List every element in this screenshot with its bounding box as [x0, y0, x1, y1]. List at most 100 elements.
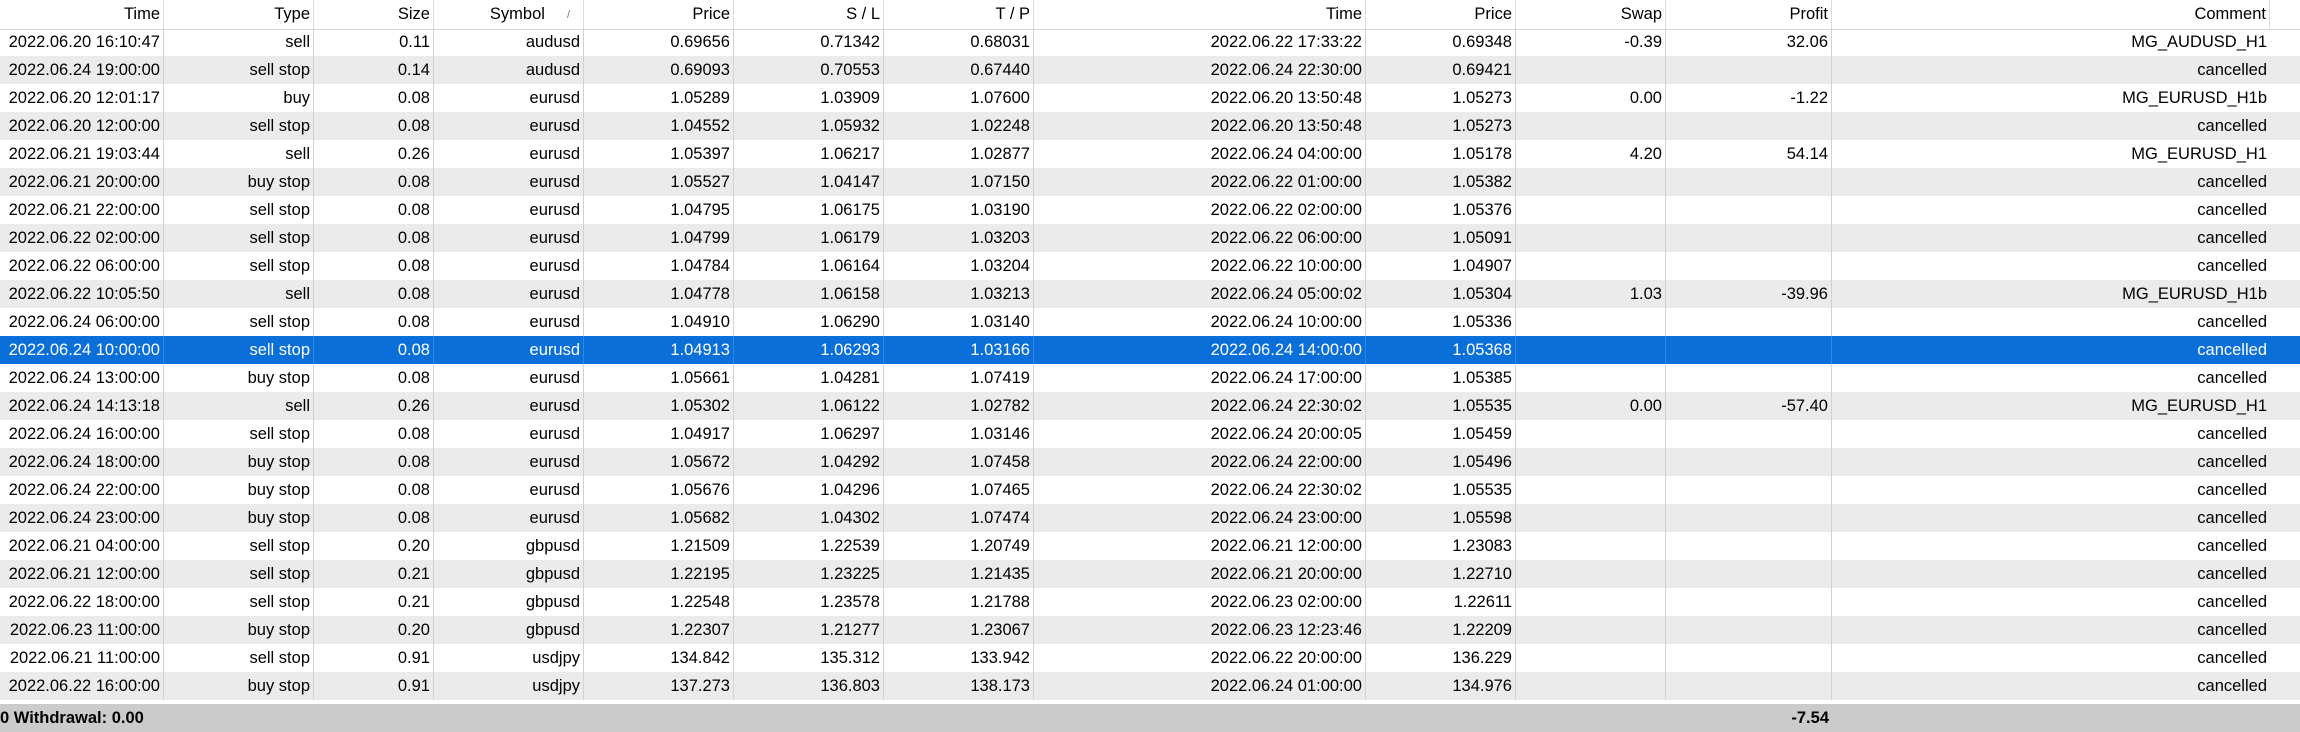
- column-header-close-price[interactable]: Price: [1366, 0, 1516, 29]
- cell-take-profit: 1.07458: [884, 448, 1034, 476]
- cell-size: 0.08: [314, 448, 434, 476]
- cell-stop-loss: 135.312: [734, 644, 884, 672]
- column-header-size[interactable]: Size: [314, 0, 434, 29]
- cell-take-profit: 1.03140: [884, 308, 1034, 336]
- column-header-stop-loss[interactable]: S / L: [734, 0, 884, 29]
- column-header-comment[interactable]: Comment: [1832, 0, 2270, 29]
- column-header-swap[interactable]: Swap: [1516, 0, 1666, 29]
- cell-comment: MG_AUDUSD_H1: [2131, 32, 2267, 51]
- cell-size: 0.08: [314, 420, 434, 448]
- column-header-take-profit[interactable]: T / P: [884, 0, 1034, 29]
- cell-close-time: 2022.06.24 22:30:02: [1034, 392, 1366, 420]
- withdrawal-summary: 0 Withdrawal: 0.00: [0, 708, 144, 727]
- cell-profit: [1666, 504, 1832, 532]
- cell-swap: [1516, 336, 1666, 364]
- cell-profit: [1666, 532, 1832, 560]
- table-row[interactable]: 2022.06.24 13:00:00 buy stop 0.08 eurusd 1.0…: [0, 364, 2300, 392]
- table-row[interactable]: 2022.06.20 16:10:47 sell 0.11 audusd 0.69656…: [0, 28, 2300, 56]
- cell-profit: [1666, 476, 1832, 504]
- cell-swap: 4.20: [1516, 140, 1666, 168]
- cell-symbol: eurusd: [434, 224, 584, 252]
- cell-open-time: 2022.06.21 04:00:00: [0, 532, 164, 560]
- column-header-symbol[interactable]: Symbol /: [434, 0, 584, 29]
- cell-take-profit: 138.173: [884, 672, 1034, 700]
- cell-comment: cancelled: [2197, 424, 2267, 443]
- cell-close-time: 2022.06.22 17:33:22: [1034, 28, 1366, 56]
- cell-comment: cancelled: [2197, 452, 2267, 471]
- table-row[interactable]: 2022.06.24 23:00:00 buy stop 0.08 eurusd 1.0…: [0, 504, 2300, 532]
- cell-open-time: 2022.06.22 18:00:00: [0, 588, 164, 616]
- table-row[interactable]: 2022.06.21 11:00:00 sell stop 0.91 usdjpy 13…: [0, 644, 2300, 672]
- cell-symbol: eurusd: [434, 84, 584, 112]
- cell-close-price: 1.05382: [1366, 168, 1516, 196]
- cell-type: sell: [164, 392, 314, 420]
- column-header-open-price[interactable]: Price: [584, 0, 734, 29]
- table-row[interactable]: 2022.06.21 04:00:00 sell stop 0.20 gbpusd 1.…: [0, 532, 2300, 560]
- cell-stop-loss: 136.803: [734, 672, 884, 700]
- table-row[interactable]: 2022.06.20 12:01:17 buy 0.08 eurusd 1.05289 1…: [0, 84, 2300, 112]
- cell-open-time: 2022.06.22 10:05:50: [0, 280, 164, 308]
- table-row[interactable]: 2022.06.22 16:00:00 buy stop 0.91 usdjpy 137…: [0, 672, 2300, 700]
- cell-take-profit: 1.21435: [884, 560, 1034, 588]
- cell-type: buy stop: [164, 364, 314, 392]
- cell-close-price: 1.04907: [1366, 252, 1516, 280]
- cell-swap: -0.39: [1516, 28, 1666, 56]
- cell-size: 0.26: [314, 140, 434, 168]
- cell-close-time: 2022.06.22 01:00:00: [1034, 168, 1366, 196]
- cell-type: buy stop: [164, 476, 314, 504]
- cell-stop-loss: 1.06122: [734, 392, 884, 420]
- cell-symbol: eurusd: [434, 336, 584, 364]
- cell-comment: MG_EURUSD_H1: [2131, 396, 2267, 415]
- cell-symbol: gbpusd: [434, 616, 584, 644]
- table-row[interactable]: 2022.06.23 11:00:00 buy stop 0.20 gbpusd 1.2…: [0, 616, 2300, 644]
- table-row[interactable]: 2022.06.24 18:00:00 buy stop 0.08 eurusd 1.0…: [0, 448, 2300, 476]
- cell-size: 0.08: [314, 504, 434, 532]
- table-row-selected[interactable]: 2022.06.24 10:00:00 sell stop 0.08 eurusd 1.…: [0, 336, 2300, 364]
- table-row[interactable]: 2022.06.22 06:00:00 sell stop 0.08 eurusd 1.…: [0, 252, 2300, 280]
- cell-size: 0.91: [314, 644, 434, 672]
- cell-swap: [1516, 308, 1666, 336]
- cell-swap: [1516, 504, 1666, 532]
- cell-close-time: 2022.06.24 05:00:02: [1034, 280, 1366, 308]
- cell-symbol: eurusd: [434, 420, 584, 448]
- cell-profit: -39.96: [1666, 280, 1832, 308]
- cell-stop-loss: 1.06217: [734, 140, 884, 168]
- table-row[interactable]: 2022.06.24 14:13:18 sell 0.26 eurusd 1.05302…: [0, 392, 2300, 420]
- cell-profit: [1666, 616, 1832, 644]
- column-header-open-time[interactable]: Time: [0, 0, 164, 29]
- column-header-type[interactable]: Type: [164, 0, 314, 29]
- cell-stop-loss: 0.71342: [734, 28, 884, 56]
- cell-size: 0.08: [314, 252, 434, 280]
- table-row[interactable]: 2022.06.21 19:03:44 sell 0.26 eurusd 1.05397…: [0, 140, 2300, 168]
- table-row[interactable]: 2022.06.21 20:00:00 buy stop 0.08 eurusd 1.0…: [0, 168, 2300, 196]
- cell-type: sell: [164, 140, 314, 168]
- cell-close-time: 2022.06.20 13:50:48: [1034, 112, 1366, 140]
- cell-swap: [1516, 364, 1666, 392]
- table-row[interactable]: 2022.06.22 02:00:00 sell stop 0.08 eurusd 1.…: [0, 224, 2300, 252]
- table-row[interactable]: 2022.06.24 06:00:00 sell stop 0.08 eurusd 1.…: [0, 308, 2300, 336]
- table-row[interactable]: 2022.06.20 12:00:00 sell stop 0.08 eurusd 1.…: [0, 112, 2300, 140]
- cell-close-time: 2022.06.24 22:30:02: [1034, 476, 1366, 504]
- cell-close-price: 1.05273: [1366, 84, 1516, 112]
- cell-type: sell: [164, 28, 314, 56]
- cell-open-price: 1.05676: [584, 476, 734, 504]
- cell-take-profit: 1.02877: [884, 140, 1034, 168]
- table-row[interactable]: 2022.06.21 12:00:00 sell stop 0.21 gbpusd 1.…: [0, 560, 2300, 588]
- cell-open-time: 2022.06.21 11:00:00: [0, 644, 164, 672]
- cell-size: 0.11: [314, 28, 434, 56]
- column-header-close-time[interactable]: Time: [1034, 0, 1366, 29]
- cell-symbol: usdjpy: [434, 644, 584, 672]
- cell-profit: [1666, 196, 1832, 224]
- column-header-profit[interactable]: Profit: [1666, 0, 1832, 29]
- cell-open-time: 2022.06.21 22:00:00: [0, 196, 164, 224]
- table-row[interactable]: 2022.06.24 19:00:00 sell stop 0.14 audusd 0.…: [0, 56, 2300, 84]
- table-row[interactable]: 2022.06.22 10:05:50 sell 0.08 eurusd 1.04778…: [0, 280, 2300, 308]
- table-row[interactable]: 2022.06.21 22:00:00 sell stop 0.08 eurusd 1.…: [0, 196, 2300, 224]
- table-row[interactable]: 2022.06.24 22:00:00 buy stop 0.08 eurusd 1.0…: [0, 476, 2300, 504]
- cell-close-time: 2022.06.24 14:00:00: [1034, 336, 1366, 364]
- cell-profit: 54.14: [1666, 140, 1832, 168]
- cell-comment: cancelled: [2197, 564, 2267, 583]
- table-row[interactable]: 2022.06.22 18:00:00 sell stop 0.21 gbpusd 1.…: [0, 588, 2300, 616]
- cell-close-price: 1.05496: [1366, 448, 1516, 476]
- table-row[interactable]: 2022.06.24 16:00:00 sell stop 0.08 eurusd 1.…: [0, 420, 2300, 448]
